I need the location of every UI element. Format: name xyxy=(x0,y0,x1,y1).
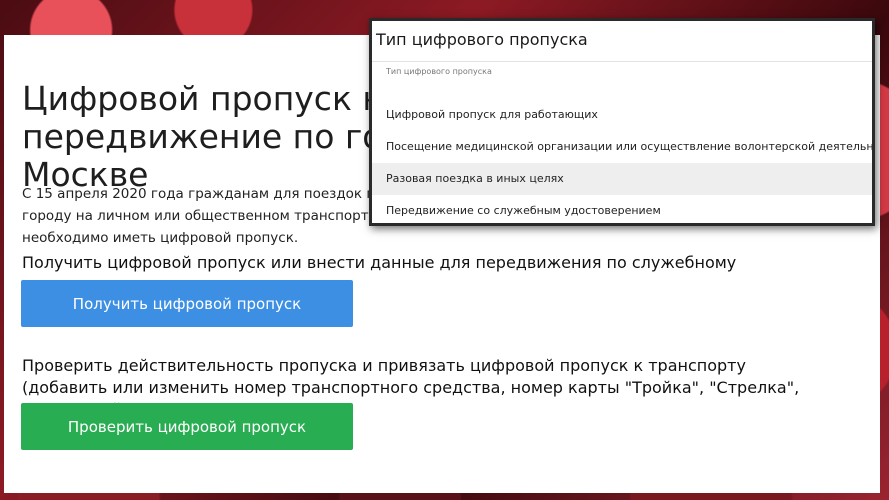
option-service-id[interactable]: Передвижение со служебным удостоверением xyxy=(372,195,872,223)
option-medical-visit[interactable]: Посещение медицинской организации или ос… xyxy=(372,131,872,163)
get-pass-button[interactable]: Получить цифровой пропуск xyxy=(21,280,353,327)
dropdown-options: Цифровой пропуск для работающих Посещени… xyxy=(372,99,872,223)
pass-type-dropdown[interactable]: Тип цифрового пропуска Тип цифрового про… xyxy=(369,18,875,226)
option-working-pass[interactable]: Цифровой пропуск для работающих xyxy=(372,99,872,131)
dropdown-field-label: Тип цифрового пропуска xyxy=(386,67,492,76)
option-single-trip[interactable]: Разовая поездка в иных целях xyxy=(372,163,872,195)
check-pass-button[interactable]: Проверить цифровой пропуск xyxy=(21,403,353,450)
dropdown-header: Тип цифрового пропуска xyxy=(372,21,872,62)
intro-text: С 15 апреля 2020 года гражданам для поез… xyxy=(22,186,384,246)
